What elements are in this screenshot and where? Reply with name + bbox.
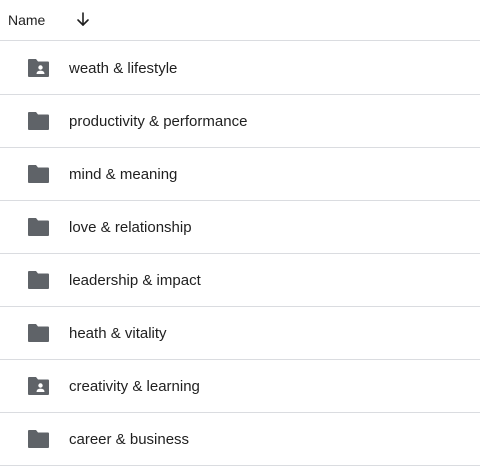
folder-name: leadership & impact — [69, 272, 201, 289]
shared-folder-icon — [27, 376, 50, 396]
folder-name: mind & meaning — [69, 166, 178, 183]
folder-name: love & relationship — [69, 219, 192, 236]
list-item[interactable]: career & business — [0, 413, 480, 466]
folder-list: weath & lifestyle productivity & perform… — [0, 42, 480, 466]
list-item[interactable]: heath & vitality — [0, 307, 480, 360]
list-header: Name — [0, 0, 480, 41]
folder-name: weath & lifestyle — [69, 60, 178, 77]
folder-name: heath & vitality — [69, 325, 167, 342]
list-item[interactable]: creativity & learning — [0, 360, 480, 413]
list-item[interactable]: leadership & impact — [0, 254, 480, 307]
list-item[interactable]: mind & meaning — [0, 148, 480, 201]
list-item[interactable]: weath & lifestyle — [0, 42, 480, 95]
folder-icon — [27, 323, 50, 343]
folder-name: productivity & performance — [69, 113, 248, 130]
folder-icon — [27, 164, 50, 184]
arrow-down-icon[interactable] — [74, 10, 92, 28]
name-column-header[interactable]: Name — [8, 11, 45, 29]
folder-icon — [27, 270, 50, 290]
shared-folder-icon — [27, 58, 50, 78]
list-item[interactable]: productivity & performance — [0, 95, 480, 148]
folder-icon — [27, 217, 50, 237]
folder-name: creativity & learning — [69, 378, 200, 395]
list-item[interactable]: love & relationship — [0, 201, 480, 254]
folder-icon — [27, 429, 50, 449]
folder-icon — [27, 111, 50, 131]
folder-name: career & business — [69, 431, 190, 448]
